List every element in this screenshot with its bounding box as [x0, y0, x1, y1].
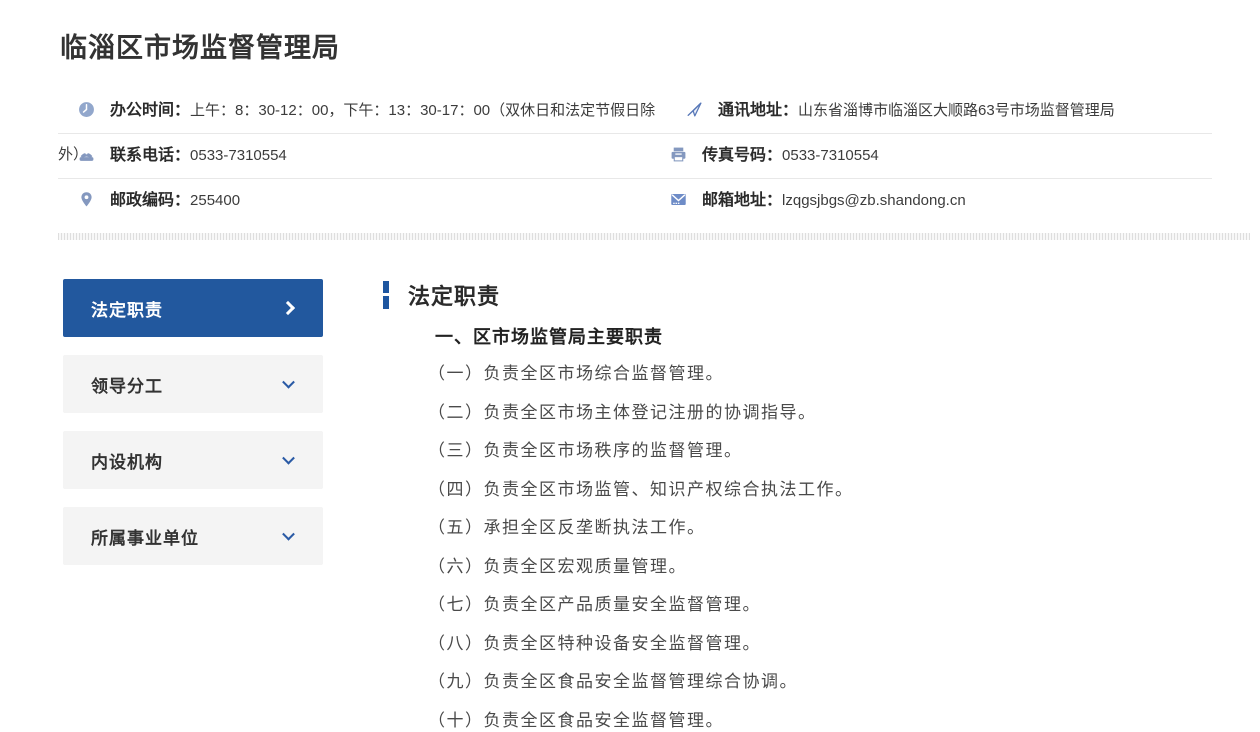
- sidebar-item-label: 所属事业单位: [91, 528, 199, 548]
- chevron-down-icon: [282, 375, 295, 389]
- chevron-down-icon: [282, 451, 295, 465]
- fax-item: 传真号码：0533-7310554: [650, 134, 1212, 178]
- sidebar-item-leadership[interactable]: 领导分工: [63, 355, 323, 413]
- duty-item: （四）负责全区市场监管、知识产权综合执法工作。: [428, 479, 854, 500]
- postcode-value: 255400: [190, 192, 241, 209]
- mail-icon: [671, 194, 686, 206]
- sidebar-item-label: 内设机构: [91, 452, 163, 472]
- duty-item: （七）负责全区产品质量安全监督管理。: [428, 595, 761, 615]
- address-item: 通讯地址：山东省淄博市临淄区大顺路63号市场监督管理局: [666, 89, 1212, 133]
- address-value: 山东省淄博市临淄区大顺路63号市场监督管理局: [798, 102, 1115, 119]
- duty-item: （十）负责全区食品安全监督管理。: [428, 710, 724, 731]
- duty-item: （六）负责全区宏观质量管理。: [428, 556, 687, 577]
- postcode-item: 邮政编码：255400: [58, 179, 650, 223]
- page-title: 临淄区市场监督管理局: [60, 33, 340, 63]
- info-row-1: 办公时间：上午：8：30-12：00，下午：13：30-17：00（双休日和法定…: [58, 89, 1212, 163]
- section-head: 法定职责: [383, 279, 1240, 311]
- email-label: 邮箱地址：: [702, 192, 783, 209]
- section-title: 法定职责: [408, 284, 501, 309]
- sidebar-item-internal-orgs[interactable]: 内设机构: [63, 431, 323, 489]
- office-hours-item: 办公时间：上午：8：30-12：00，下午：13：30-17：00（双休日和法定…: [58, 89, 666, 163]
- phone-icon: [79, 152, 94, 162]
- sidebar-item-affiliated-units[interactable]: 所属事业单位: [63, 507, 323, 565]
- fax-value: 0533-7310554: [782, 147, 879, 164]
- pin-icon: [81, 192, 92, 207]
- section-marker-icon: [383, 281, 389, 309]
- phone-item: 联系电话：0533-7310554: [58, 134, 650, 178]
- chevron-down-icon: [282, 527, 295, 541]
- section-subtitle: 一、区市场监管局主要职责: [435, 327, 663, 347]
- info-row-3: 邮政编码：255400 邮箱地址：lzqgsjbgs@zb.shandong.c…: [58, 179, 1212, 224]
- plane-icon: [687, 102, 702, 117]
- postcode-label: 邮政编码：: [110, 192, 191, 209]
- info-row-2: 联系电话：0533-7310554 传真号码：0533-7310554: [58, 134, 1212, 179]
- phone-value: 0533-7310554: [190, 147, 287, 164]
- duty-item: （八）负责全区特种设备安全监督管理。: [428, 633, 761, 654]
- fax-label: 传真号码：: [702, 147, 783, 164]
- chevron-right-icon: [280, 300, 296, 316]
- striped-divider: [58, 233, 1250, 240]
- email-item: 邮箱地址：lzqgsjbgs@zb.shandong.cn: [650, 179, 1212, 223]
- page: 临淄区市场监督管理局 办公时间：上午：8：30-12：00，下午：13：30-1…: [0, 26, 1260, 732]
- sidebar-item-legal-duties[interactable]: 法定职责: [63, 279, 323, 337]
- duty-item: （五）承担全区反垄断执法工作。: [428, 518, 706, 538]
- sidebar-item-label: 法定职责: [91, 300, 163, 320]
- email-value: lzqgsjbgs@zb.shandong.cn: [782, 192, 966, 209]
- duty-item: （三）负责全区市场秩序的监督管理。: [428, 441, 743, 461]
- clock-icon: [79, 102, 94, 118]
- duty-item: （九）负责全区食品安全监督管理综合协调。: [428, 672, 798, 692]
- sidebar: 法定职责 领导分工 内设机构 所属事业单位: [63, 279, 323, 732]
- content-wrap: 法定职责 领导分工 内设机构 所属事业单位 法定职责 一、区市场监管局主要职责: [0, 279, 1260, 732]
- contact-info-block: 办公时间：上午：8：30-12：00，下午：13：30-17：00（双休日和法定…: [58, 89, 1212, 224]
- office-hours-label: 办公时间：: [110, 102, 191, 119]
- duty-item: （一）负责全区市场综合监督管理。: [428, 364, 724, 384]
- main-content: 法定职责 一、区市场监管局主要职责 （一）负责全区市场综合监督管理。 （二）负责…: [383, 279, 1260, 732]
- duty-list: （一）负责全区市场综合监督管理。 （二）负责全区市场主体登记注册的协调指导。 （…: [428, 355, 1240, 732]
- duty-item: （二）负责全区市场主体登记注册的协调指导。: [428, 402, 817, 423]
- address-label: 通讯地址：: [718, 102, 799, 119]
- phone-label: 联系电话：: [110, 147, 191, 164]
- sidebar-item-label: 领导分工: [91, 376, 163, 396]
- fax-icon: [671, 147, 686, 162]
